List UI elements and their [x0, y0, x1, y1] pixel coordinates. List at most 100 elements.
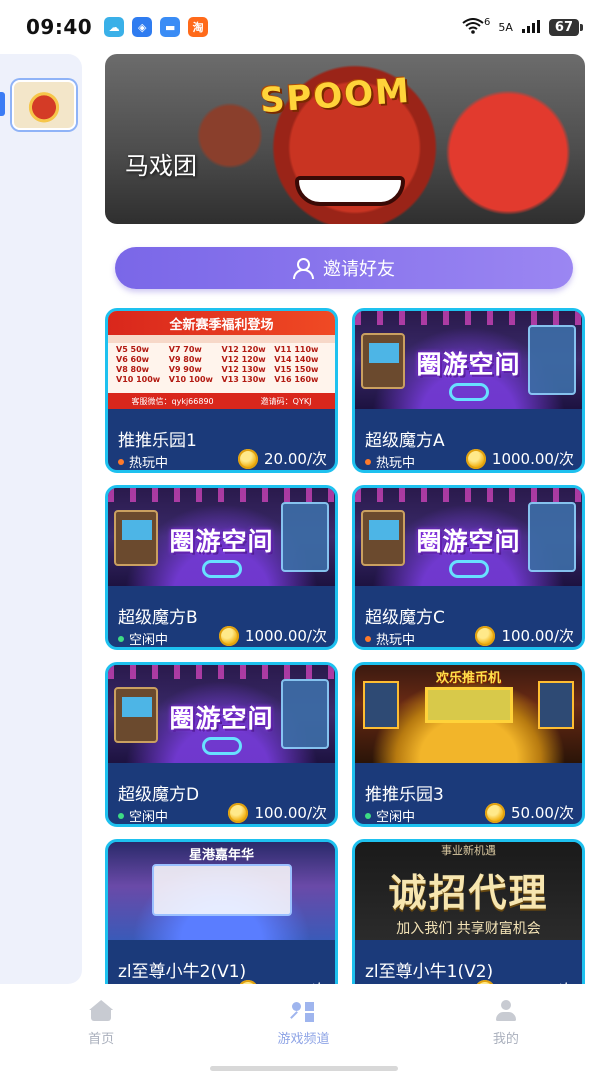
game-price: 100.00/次 [228, 802, 327, 823]
neon-lights [355, 311, 582, 325]
game-card[interactable]: 圈游空间 超级魔方A 热玩中 1000.00/次 [352, 308, 585, 473]
game-status: 空闲中 [118, 983, 168, 984]
game-card[interactable]: 事业新机遇诚招代理加入我们 共享财富机会 zl至尊小牛1(V2)热玩中 100.00… [352, 839, 585, 984]
poster-level-cell: V14 140w [274, 355, 319, 364]
poster-level-cell: V12 120w [221, 355, 266, 364]
thumbnail-art-text: 欢乐推币机 [435, 671, 502, 686]
network-label: 5A [498, 20, 513, 34]
status-bar: 09:40 ☁ ◈ ▬ 淘 6 5A 67 [0, 0, 607, 54]
thumbnail-art-text: 圈游空间 [416, 350, 521, 379]
claw-machine [281, 502, 329, 572]
poster-level-cell: V9 80w [168, 355, 202, 364]
add-user-icon [293, 258, 314, 279]
shield-app-icon: ◈ [132, 17, 153, 37]
poster-subband [108, 335, 335, 343]
game-card[interactable]: 全新赛季福利登场 V5 50w V7 70w V12 120w V11 110w V6 6… [105, 308, 338, 473]
game-status-label: 热玩中 [129, 456, 169, 471]
weather-icon: ☁ [104, 17, 125, 37]
poster-level-cell: V12 120w [221, 345, 266, 354]
game-price: 100.00/次 [475, 979, 574, 984]
poster-level-cell: V16 160w [274, 375, 319, 384]
banner-character [295, 176, 405, 206]
poster-level-cell: V8 80w [116, 365, 150, 374]
game-thumbnail: 事业新机遇 诚招代理 加入我们 共享财富机会 [355, 842, 582, 940]
game-name: 超级魔方B [118, 608, 198, 628]
status-dot-icon [118, 458, 124, 465]
game-grid: 全新赛季福利登场 V5 50w V7 70w V12 120w V11 110w V6 6… [105, 308, 585, 984]
status-dot-icon [365, 812, 371, 819]
game-price-label: 1000.00/次 [491, 450, 574, 468]
poster-level-cell: V7 70w [168, 345, 202, 354]
game-price-label: 20.00/次 [264, 450, 327, 468]
nav-item-profile[interactable]: 我的 [405, 990, 607, 1080]
poster-footer-invite-code: 邀请码：QYKJ [260, 396, 312, 406]
thumbnail-art-text: 星港嘉年华 [188, 848, 255, 863]
poster-level-cell: V11 110w [274, 345, 319, 354]
game-status-label: 空闲中 [129, 633, 169, 648]
home-icon [88, 1000, 114, 1022]
game-status: 热玩中 [118, 452, 169, 471]
poster-footer: 客服微信：qykj66890 邀请码：QYKJ [108, 393, 335, 409]
invite-friends-button[interactable]: 邀请好友 [115, 247, 573, 289]
status-app-icons: ☁ ◈ ▬ 淘 [104, 17, 209, 37]
game-price: 100.00/次 [475, 625, 574, 646]
sidebar-selected-marker [0, 92, 5, 116]
status-time: 09:40 [26, 15, 93, 39]
message-app-icon: ▬ [160, 17, 181, 37]
poster-level-table: V5 50w V7 70w V12 120w V11 110w V6 60w V9 80w… [108, 343, 335, 387]
game-status-label: 空闲中 [129, 983, 168, 984]
game-name: 超级魔方C [365, 608, 445, 628]
game-card[interactable]: 欢乐推币机 推推乐园3 空闲中 50.00/次 [352, 662, 585, 827]
game-thumbnail: 星港嘉年华 [108, 842, 335, 940]
game-card[interactable]: 圈游空间超级魔方C 热玩中 100.00/次 [352, 485, 585, 650]
game-channel-icon-part [305, 1013, 315, 1022]
game-name: 超级魔方D [118, 785, 200, 805]
thumbnail-art-text: 圈游空间 [169, 527, 274, 556]
neon-lights [108, 665, 335, 679]
game-card[interactable]: 星港嘉年华 zl至尊小牛2(V1)空闲中 50.00/次 [105, 839, 338, 984]
coin-icon [218, 625, 239, 646]
game-name: 推推乐园1 [118, 431, 197, 451]
game-status-label: 热玩中 [376, 456, 416, 471]
taobao-app-icon: 淘 [188, 17, 209, 37]
gamepad-icon [201, 560, 242, 578]
game-channel-icon-part [292, 1002, 302, 1011]
game-price-label: 100.00/次 [501, 627, 574, 645]
game-card[interactable]: 圈游空间超级魔方B 空闲中 1000.00/次 [105, 485, 338, 650]
poster-level-cell: V13 130w [221, 375, 266, 384]
coin-icon [475, 625, 496, 646]
coin-icon [485, 802, 505, 823]
battery-icon: 67 [548, 18, 584, 36]
game-price-label: 50.00/次 [264, 979, 327, 984]
arcade-machine [361, 333, 405, 389]
neon-lights [355, 488, 582, 502]
game-name: zl至尊小牛2(V1) [118, 962, 247, 982]
banner-title: 马戏团 [125, 152, 197, 180]
pusher-side-machine [363, 681, 399, 729]
status-dot-icon [118, 635, 124, 642]
game-price-label: 50.00/次 [511, 804, 574, 822]
invite-friends-label: 邀请好友 [323, 259, 395, 280]
coin-icon [238, 448, 258, 469]
game-status-label: 空闲中 [129, 810, 169, 825]
game-status: 热玩中 [365, 629, 415, 647]
signal-icon [521, 19, 541, 36]
game-status: 空闲中 [365, 806, 415, 824]
game-status: 热玩中 [365, 983, 415, 984]
claw-machine [281, 679, 329, 749]
game-price: 1000.00/次 [218, 625, 327, 646]
thumbnail-art-text: 圈游空间 [416, 527, 521, 556]
poster-headline: 全新赛季福利登场 [108, 311, 335, 335]
banner[interactable]: SPOOM 马戏团 [105, 54, 585, 224]
game-card[interactable]: 圈游空间 超级魔方D 空闲中 100.00/次 [105, 662, 338, 827]
sidebar-item-circus[interactable] [12, 80, 76, 130]
nav-item-home[interactable]: 首页 [0, 990, 202, 1080]
game-thumbnail: 圈游空间 [355, 488, 582, 586]
game-channel-icon-part [305, 1002, 315, 1011]
pusher-screen [425, 687, 513, 723]
gamepad-icon [448, 560, 489, 578]
gamepad-icon [201, 737, 242, 755]
poster-level-cell: V6 60w [116, 355, 150, 364]
status-dot-icon [365, 458, 371, 465]
status-dot-icon [365, 635, 371, 642]
